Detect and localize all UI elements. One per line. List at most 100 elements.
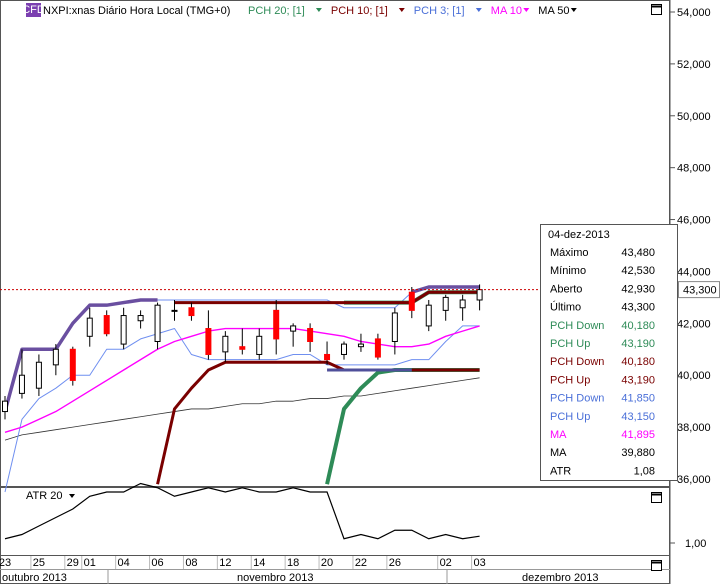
candle-body bbox=[137, 315, 144, 322]
candle-body bbox=[171, 309, 178, 312]
y-tick-label: 46,000 bbox=[677, 215, 711, 227]
candle-body bbox=[459, 299, 466, 309]
candle-body bbox=[86, 317, 93, 337]
x-tick-label: 06 bbox=[151, 557, 163, 569]
data-window-value: 41,895 bbox=[621, 429, 655, 441]
data-window-label: Máximo bbox=[550, 247, 589, 259]
candle-body bbox=[120, 315, 127, 345]
legend-item[interactable]: MA 10 bbox=[491, 5, 522, 17]
legend-item[interactable]: MA 50 bbox=[538, 5, 569, 17]
data-window-date: 04-dez-2013 bbox=[548, 229, 610, 241]
data-window-label: MA bbox=[550, 429, 567, 441]
data-window-label: PCH Up bbox=[550, 338, 590, 350]
data-window-value: 40,180 bbox=[621, 320, 655, 332]
candle-body bbox=[239, 346, 246, 350]
y-tick-label: 38,000 bbox=[677, 422, 711, 434]
data-window-label: Último bbox=[550, 301, 581, 314]
candle-body bbox=[222, 335, 229, 353]
candle-body bbox=[35, 361, 42, 389]
candle-body bbox=[341, 343, 347, 355]
data-window-value: 43,190 bbox=[621, 338, 655, 350]
legend-item[interactable]: PCH 10; [1] bbox=[331, 5, 388, 17]
candle-body bbox=[425, 304, 432, 327]
y-tick-label: 54,000 bbox=[677, 7, 711, 19]
y-tick-label: 42,000 bbox=[677, 318, 711, 330]
data-window-value: 43,300 bbox=[621, 302, 655, 314]
x-tick-label: 26 bbox=[389, 557, 401, 569]
candle-body bbox=[307, 328, 314, 342]
data-window-value: 40,180 bbox=[621, 356, 655, 368]
atr-label[interactable]: ATR 20 bbox=[26, 490, 62, 502]
data-window-label: PCH Down bbox=[550, 320, 604, 332]
month-label: novembro 2013 bbox=[237, 572, 313, 584]
y-tick-label: 52,000 bbox=[677, 59, 711, 71]
last-price-tag-text: 43,300 bbox=[683, 285, 717, 297]
candle-body bbox=[103, 315, 110, 335]
last-price-tag: 43,300 bbox=[678, 281, 720, 299]
month-label: dezembro 2013 bbox=[522, 572, 598, 584]
legend-item[interactable]: PCH 3; [1] bbox=[414, 5, 465, 17]
candle-body bbox=[2, 400, 8, 413]
candle-body bbox=[391, 312, 398, 342]
x-tick-label: 12 bbox=[219, 557, 231, 569]
y-tick-label: 44,000 bbox=[677, 266, 711, 278]
candle-body bbox=[290, 325, 297, 332]
data-window-value: 43,480 bbox=[621, 247, 655, 259]
candle-body bbox=[408, 291, 415, 311]
y-tick-label: 36,000 bbox=[677, 474, 711, 486]
data-window-value: 43,150 bbox=[621, 411, 655, 423]
candle-body bbox=[205, 328, 212, 355]
x-tick-label: 08 bbox=[185, 557, 197, 569]
x-tick-label: 02 bbox=[440, 557, 452, 569]
x-tick-label: 25 bbox=[33, 557, 45, 569]
data-window-label: MA bbox=[550, 447, 567, 459]
candle-body bbox=[273, 309, 280, 340]
x-tick-label: 01 bbox=[84, 557, 96, 569]
maximize-x-axis-button[interactable] bbox=[651, 560, 662, 571]
x-tick-label: 03 bbox=[473, 557, 485, 569]
x-tick-label: 14 bbox=[253, 557, 265, 569]
candle-body bbox=[18, 374, 25, 394]
candle-body bbox=[324, 353, 331, 361]
y-tick-label: 40,000 bbox=[677, 370, 711, 382]
legend-item[interactable]: PCH 20; [1] bbox=[248, 5, 305, 17]
x-tick-label: 22 bbox=[355, 557, 367, 569]
data-window-label: Mínimo bbox=[550, 265, 586, 277]
x-tick-label: 29 bbox=[67, 557, 79, 569]
candle-body bbox=[357, 343, 364, 348]
month-label: outubro 2013 bbox=[2, 572, 67, 584]
maximize-atr-panel-button[interactable] bbox=[651, 492, 662, 503]
candle-body bbox=[442, 296, 449, 311]
cfd-badge-text: CFD bbox=[22, 4, 45, 16]
symbol-title[interactable]: NXPI:xnas Diário Hora Local (TMG+0) bbox=[43, 5, 230, 17]
candle-body bbox=[374, 338, 381, 358]
x-tick-label: 18 bbox=[287, 557, 299, 569]
data-window-value: 42,530 bbox=[621, 265, 655, 277]
data-window-value: 41,850 bbox=[621, 393, 655, 405]
data-window-label: ATR bbox=[550, 465, 571, 477]
data-window-label: PCH Up bbox=[550, 411, 590, 423]
maximize-price-panel-button[interactable] bbox=[651, 4, 662, 15]
x-tick-label: 04 bbox=[118, 557, 130, 569]
data-window-label: PCH Up bbox=[550, 374, 590, 386]
data-window-value: 1,08 bbox=[634, 465, 655, 477]
y-tick-label: 50,000 bbox=[677, 111, 711, 123]
data-window-label: PCH Down bbox=[550, 393, 604, 405]
data-window-label: PCH Down bbox=[550, 356, 604, 368]
candle-body bbox=[256, 335, 263, 355]
data-window-value: 42,930 bbox=[621, 283, 655, 295]
data-window: 04-dez-2013 Máximo 43,480 Mínimo 42,530 Aber… bbox=[540, 224, 678, 481]
candle-body bbox=[69, 348, 76, 381]
atr-axis-value: 1,00 bbox=[685, 538, 706, 550]
atr-panel-frame bbox=[0, 487, 670, 556]
x-tick-label: 23 bbox=[0, 557, 11, 569]
y-tick-label: 48,000 bbox=[677, 163, 711, 175]
candle-body bbox=[154, 304, 161, 342]
legend-bar: CFD NXPI:xnas Diário Hora Local (TMG+0) … bbox=[22, 3, 577, 17]
x-tick-label: 20 bbox=[321, 557, 333, 569]
data-window-value: 43,190 bbox=[621, 374, 655, 386]
data-window-value: 39,880 bbox=[621, 447, 655, 459]
candle-body bbox=[188, 307, 195, 317]
candle-body bbox=[52, 348, 59, 366]
chart-root: 54,000 52,000 50,000 48,000 46,000 44,000 42,0… bbox=[0, 0, 720, 584]
